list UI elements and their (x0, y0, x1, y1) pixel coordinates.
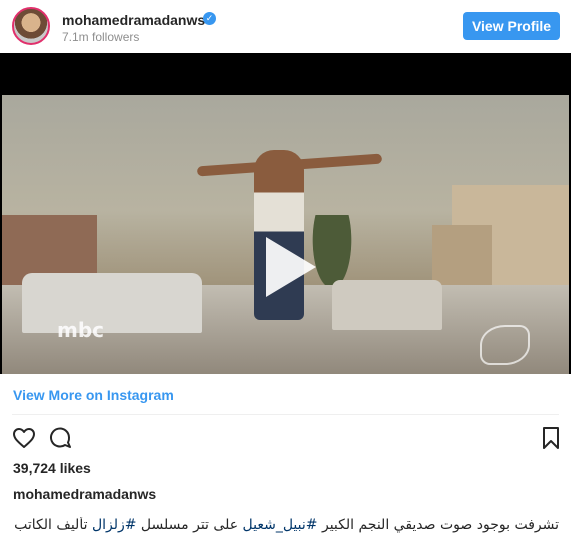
play-icon[interactable] (250, 231, 322, 303)
car (22, 273, 202, 333)
caption-part: تأليف الكاتب (14, 517, 92, 533)
caption-part: تشرفت بوجود صوت صديقي النجم الكبير (317, 517, 559, 533)
heart-icon[interactable] (12, 426, 36, 450)
verified-badge-icon: ✓ (203, 12, 216, 25)
likes-count[interactable]: 39,724 likes (13, 460, 91, 476)
divider (12, 414, 559, 415)
car (332, 280, 442, 330)
avatar[interactable] (12, 7, 50, 45)
show-logo (480, 325, 530, 365)
username[interactable]: mohamedramadanws (62, 12, 205, 28)
followers-count: 7.1m followers (62, 30, 140, 44)
video-player[interactable]: mbc (0, 53, 571, 374)
caption-text: تشرفت بوجود صوت صديقي النجم الكبير #نبيل… (10, 517, 559, 533)
view-profile-button[interactable]: View Profile (463, 12, 560, 40)
caption-part: على تتر مسلسل (136, 517, 243, 533)
post-header: mohamedramadanws ✓ 7.1m followers View P… (0, 0, 571, 53)
mbc-logo: mbc (57, 318, 105, 342)
comment-icon[interactable] (48, 426, 72, 450)
caption-username[interactable]: mohamedramadanws (13, 486, 156, 502)
bookmark-icon[interactable] (539, 426, 563, 450)
hashtag-link[interactable]: #زلزال (92, 517, 137, 533)
hashtag-link[interactable]: #نبيل_شعيل (243, 517, 318, 533)
view-more-link[interactable]: View More on Instagram (13, 387, 174, 403)
